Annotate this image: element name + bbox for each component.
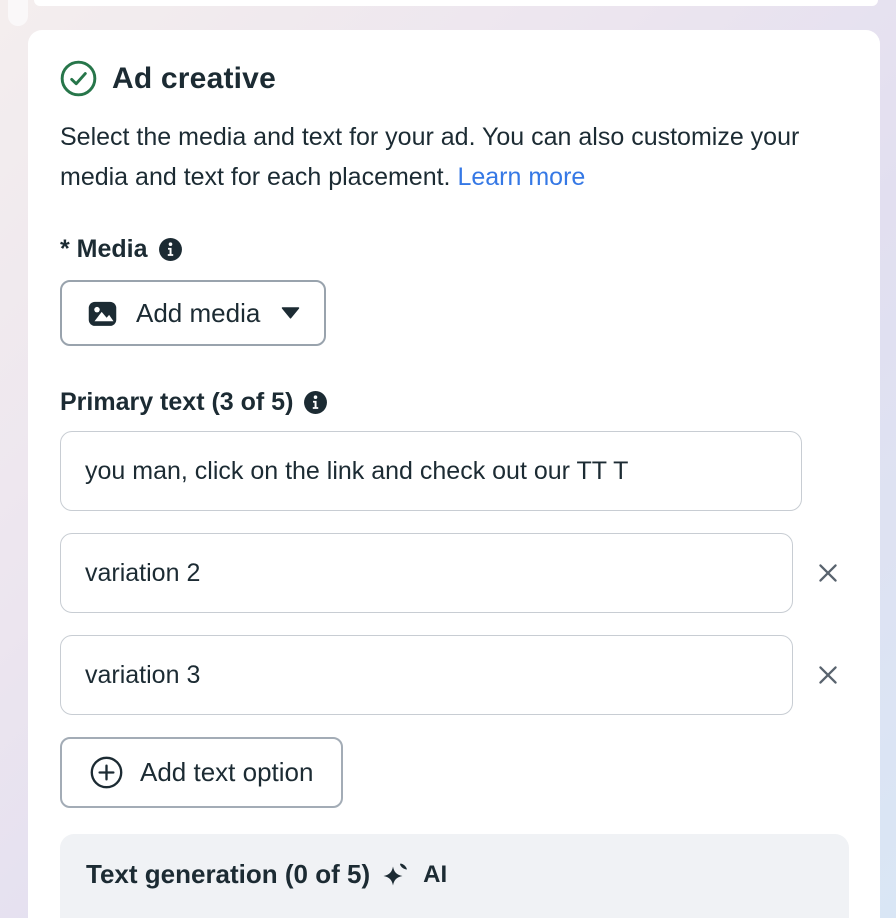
check-circle-icon bbox=[60, 60, 97, 97]
primary-text-option-row bbox=[60, 431, 848, 511]
info-icon[interactable] bbox=[158, 237, 183, 262]
ad-creative-card: Ad creative Select the media and text fo… bbox=[28, 30, 880, 918]
primary-text-input-3[interactable] bbox=[60, 635, 793, 715]
primary-text-option-row bbox=[60, 533, 848, 613]
plus-circle-icon bbox=[90, 756, 123, 789]
primary-text-input-2[interactable] bbox=[60, 533, 793, 613]
top-left-tab bbox=[8, 0, 28, 26]
media-label: * Media bbox=[60, 235, 148, 264]
previous-card-bottom-edge bbox=[34, 0, 878, 6]
description-text: Select the media and text for your ad. Y… bbox=[60, 123, 799, 191]
remove-option-button[interactable] bbox=[809, 655, 848, 695]
section-description: Select the media and text for your ad. Y… bbox=[60, 117, 802, 197]
add-text-option-label: Add text option bbox=[140, 757, 313, 788]
chevron-down-icon bbox=[281, 307, 300, 319]
text-generation-section: Text generation (0 of 5) AI bbox=[60, 834, 849, 918]
primary-text-label-row: Primary text (3 of 5) bbox=[60, 388, 848, 417]
close-icon bbox=[815, 662, 841, 688]
ai-sparkle-icon bbox=[382, 861, 409, 888]
learn-more-link[interactable]: Learn more bbox=[457, 163, 585, 191]
card-header: Ad creative bbox=[60, 60, 848, 97]
info-icon[interactable] bbox=[303, 390, 328, 415]
text-generation-header: Text generation (0 of 5) AI bbox=[86, 859, 823, 890]
ai-label: AI bbox=[423, 861, 447, 889]
add-media-label: Add media bbox=[136, 298, 260, 329]
primary-text-option-row bbox=[60, 635, 848, 715]
primary-text-input-1[interactable] bbox=[60, 431, 802, 511]
page-title: Ad creative bbox=[112, 62, 276, 96]
image-icon bbox=[86, 297, 119, 330]
primary-text-label: Primary text (3 of 5) bbox=[60, 388, 293, 417]
media-label-row: * Media bbox=[60, 235, 848, 264]
add-text-option-button[interactable]: Add text option bbox=[60, 737, 343, 808]
add-media-button[interactable]: Add media bbox=[60, 280, 326, 346]
text-generation-label: Text generation (0 of 5) bbox=[86, 859, 370, 890]
remove-option-button[interactable] bbox=[809, 553, 848, 593]
close-icon bbox=[815, 560, 841, 586]
